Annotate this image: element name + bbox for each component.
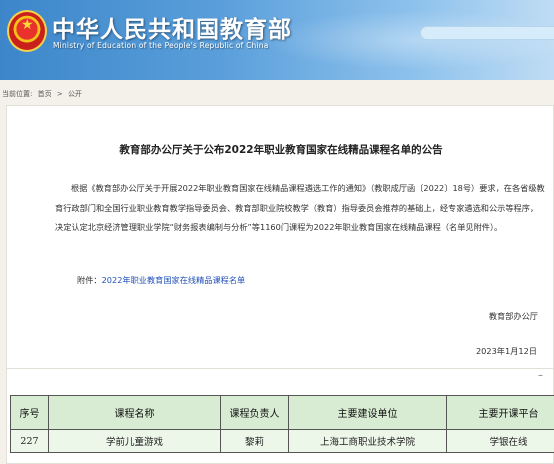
column-header-course: 课程名称	[48, 395, 221, 430]
breadcrumb: 当前位置: 首页 > 公开	[2, 89, 85, 99]
table-cell: 黎莉	[220, 429, 289, 453]
column-header-unit: 主要建设单位	[288, 395, 447, 430]
table-header-row: 序号 课程名称 课程负责人 主要建设单位 主要开课平台	[10, 395, 554, 430]
site-title[interactable]: 中华人民共和国教育部	[52, 10, 292, 44]
course-table: 序号 课程名称 课程负责人 主要建设单位 主要开课平台 227 学前儿童游戏 黎…	[10, 395, 554, 453]
article-body: 根据《教育部办公厅关于开展2022年职业教育国家在线精品课程遴选工作的通知》（教…	[55, 179, 545, 238]
table-cell: 学银在线	[446, 429, 554, 453]
collapse-button[interactable]: –	[538, 370, 543, 381]
article-card: 教育部办公厅关于公布2022年职业教育国家在线精品课程名单的公告 根据《教育部办…	[6, 105, 554, 370]
site-subtitle: Ministry of Education of the People's Re…	[53, 41, 269, 50]
article-date: 2023年1月12日	[475, 346, 537, 356]
column-header-platform: 主要开课平台	[446, 395, 554, 430]
table-cell: 学前儿童游戏	[48, 429, 221, 453]
attachment-link[interactable]: 2022年职业教育国家在线精品课程名单	[102, 275, 246, 285]
article-title: 教育部办公厅关于公布2022年职业教育国家在线精品课程名单的公告	[119, 144, 443, 156]
table-cell: 上海工商职业技术学院	[288, 429, 447, 453]
search-input[interactable]	[420, 26, 554, 40]
site-header-banner: ★ 中华人民共和国教育部 Ministry of Education of th…	[0, 0, 554, 80]
attachment-label: 附件：	[77, 275, 102, 285]
table-cell: 227	[10, 429, 49, 453]
course-table-panel: – 序号 课程名称 课程负责人 主要建设单位 主要开课平台 227 学前儿童游戏…	[6, 368, 554, 464]
breadcrumb-current[interactable]: 公开	[68, 90, 82, 98]
article-signature: 教育部办公厅	[488, 311, 538, 321]
breadcrumb-home-link[interactable]: 首页	[38, 90, 52, 98]
table-row: 227 学前儿童游戏 黎莉 上海工商职业技术学院 学银在线	[10, 429, 554, 453]
column-header-lead: 课程负责人	[220, 395, 289, 430]
national-emblem-icon[interactable]: ★	[7, 10, 47, 52]
column-header-index: 序号	[10, 395, 49, 430]
article-paragraph: 根据《教育部办公厅关于开展2022年职业教育国家在线精品课程遴选工作的通知》（教…	[55, 183, 545, 232]
attachment-line: 附件：2022年职业教育国家在线精品课程名单	[77, 274, 245, 286]
banner-decoration	[260, 10, 554, 70]
breadcrumb-prefix: 当前位置:	[2, 90, 33, 98]
breadcrumb-separator: >	[56, 90, 63, 98]
